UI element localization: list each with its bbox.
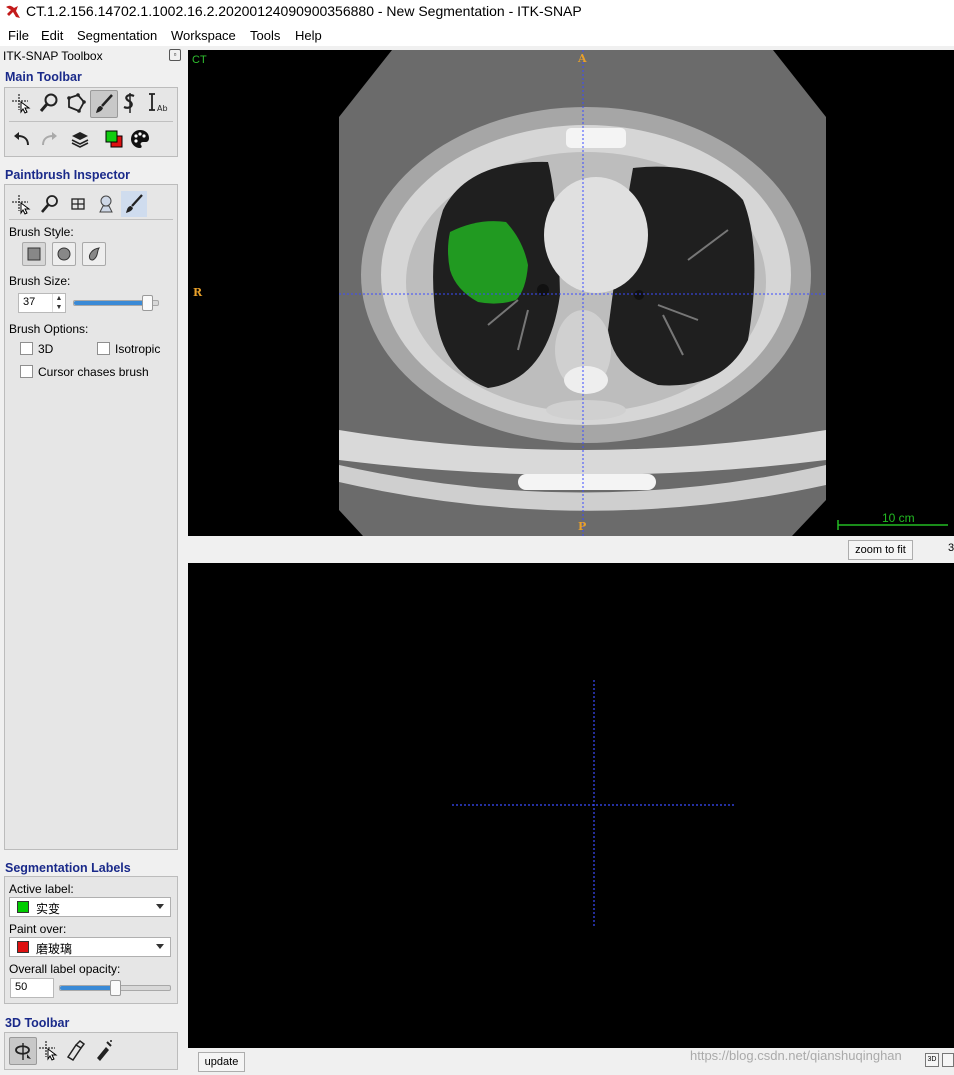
segmentation-labels-panel: Active label: 实变 Paint over: 磨玻璃 Overall…	[4, 876, 178, 1004]
active-label-caption: Active label:	[9, 882, 74, 896]
3d-render-view[interactable]	[188, 563, 954, 1048]
update-button[interactable]: update	[198, 1052, 245, 1072]
view-3d-icon[interactable]: 3D	[925, 1053, 939, 1067]
toolbox-panel: ITK-SNAP Toolbox ▫ Main Toolbar Ab Paint…	[0, 46, 186, 1075]
circle-shape-icon	[57, 247, 71, 261]
inspector-info-icon[interactable]	[93, 191, 119, 217]
layers-icon[interactable]	[67, 126, 93, 152]
toolbar-3d	[4, 1032, 178, 1070]
adaptive-brush-icon	[89, 247, 101, 261]
opacity-input[interactable]: 50	[10, 978, 54, 998]
axial-slice-view[interactable]: CT A R P 10 cm	[188, 50, 954, 536]
orientation-right: R	[193, 286, 203, 299]
main-toolbar-heading: Main Toolbar	[5, 70, 82, 84]
menu-edit[interactable]: Edit	[41, 28, 63, 43]
layout-icon[interactable]	[942, 1053, 954, 1067]
redo-icon[interactable]	[36, 126, 62, 152]
inspector-grid-icon[interactable]	[65, 191, 91, 217]
toolbox-title: ITK-SNAP Toolbox	[3, 49, 103, 63]
scalpel-3d-icon[interactable]	[63, 1037, 89, 1063]
menu-file[interactable]: File	[8, 28, 29, 43]
menu-help[interactable]: Help	[295, 28, 322, 43]
spraypaint-3d-icon[interactable]	[90, 1037, 116, 1063]
rotate-3d-icon[interactable]	[9, 1037, 37, 1065]
paint-over-caption: Paint over:	[9, 922, 67, 936]
inspector-paintbrush-icon[interactable]	[121, 191, 147, 217]
brush-style-label: Brush Style:	[9, 225, 74, 239]
paintbrush-tool-icon[interactable]	[90, 90, 118, 118]
scalebar-label: 10 cm	[882, 511, 915, 525]
paintbrush-inspector-heading: Paintbrush Inspector	[5, 168, 131, 182]
undo-icon[interactable]	[9, 126, 35, 152]
polygon-tool-icon[interactable]	[63, 90, 89, 116]
annotation-tool-icon[interactable]: Ab	[144, 90, 170, 116]
paintbrush-inspector: Brush Style: Brush Size: 37 ▲ ▼ Brush Opt…	[4, 184, 178, 850]
active-label-swatch	[17, 901, 29, 913]
inspector-zoom-icon[interactable]	[37, 191, 63, 217]
title-bar: CT.1.2.156.14702.1.1002.16.2.20200124090…	[0, 0, 954, 24]
3d-crosshair	[452, 680, 735, 928]
orientation-posterior: P	[578, 520, 587, 533]
option-isotropic-label: Isotropic	[115, 342, 161, 356]
option-cursor-chases-label: Cursor chases brush	[38, 365, 149, 379]
crosshair-tool-icon[interactable]	[9, 90, 35, 116]
crosshair-3d-icon[interactable]	[36, 1037, 62, 1063]
slice-counter-partial: 3	[948, 542, 954, 554]
zoom-tool-icon[interactable]	[36, 90, 62, 116]
zoom-to-fit-button[interactable]: zoom to fit	[848, 540, 913, 560]
menu-workspace[interactable]: Workspace	[171, 28, 236, 43]
option-3d-checkbox[interactable]	[20, 342, 33, 355]
option-cursor-chases-checkbox[interactable]	[20, 365, 33, 378]
opacity-caption: Overall label opacity:	[9, 962, 121, 976]
menu-bar: File Edit Segmentation Workspace Tools H…	[0, 24, 954, 46]
round-brush-button[interactable]	[52, 242, 76, 266]
modality-label: CT	[192, 54, 207, 66]
segmentation-labels-heading: Segmentation Labels	[5, 861, 131, 875]
window-title: CT.1.2.156.14702.1.1002.16.2.20200124090…	[26, 3, 582, 19]
svg-text:Ab: Ab	[157, 104, 168, 113]
label-colors-icon[interactable]	[101, 126, 127, 152]
square-brush-button[interactable]	[22, 242, 46, 266]
inspector-crosshair-icon[interactable]	[9, 191, 35, 217]
option-3d-label: 3D	[38, 342, 54, 356]
watermark-text: https://blog.csdn.net/qianshuqinghan	[690, 1048, 902, 1063]
toolbar-3d-heading: 3D Toolbar	[5, 1016, 70, 1030]
menu-segmentation[interactable]: Segmentation	[77, 28, 157, 43]
brush-size-spinbox[interactable]: 37 ▲ ▼	[18, 293, 66, 313]
brush-size-slider[interactable]	[73, 295, 159, 311]
orientation-anterior: A	[578, 52, 587, 65]
undock-icon[interactable]: ▫	[169, 49, 181, 61]
brush-size-label: Brush Size:	[9, 274, 71, 288]
opacity-slider[interactable]	[59, 980, 171, 996]
paint-over-dropdown[interactable]: 磨玻璃	[9, 937, 171, 957]
ct-slice-image[interactable]	[188, 50, 954, 536]
active-label-dropdown[interactable]: 实变	[9, 897, 171, 917]
chevron-down-icon	[156, 944, 164, 949]
menu-tools[interactable]: Tools	[250, 28, 280, 43]
main-toolbar: Ab	[4, 87, 178, 157]
itk-snap-logo-icon	[6, 5, 20, 18]
square-shape-icon	[27, 247, 41, 261]
option-isotropic-checkbox[interactable]	[97, 342, 110, 355]
spin-arrows-icon[interactable]: ▲ ▼	[52, 294, 65, 312]
paint-over-swatch	[17, 941, 29, 953]
palette-icon[interactable]	[127, 126, 153, 152]
adaptive-brush-button[interactable]	[82, 242, 106, 266]
brush-options-label: Brush Options:	[9, 322, 89, 336]
chevron-down-icon	[156, 904, 164, 909]
snake-tool-icon[interactable]	[117, 90, 143, 116]
